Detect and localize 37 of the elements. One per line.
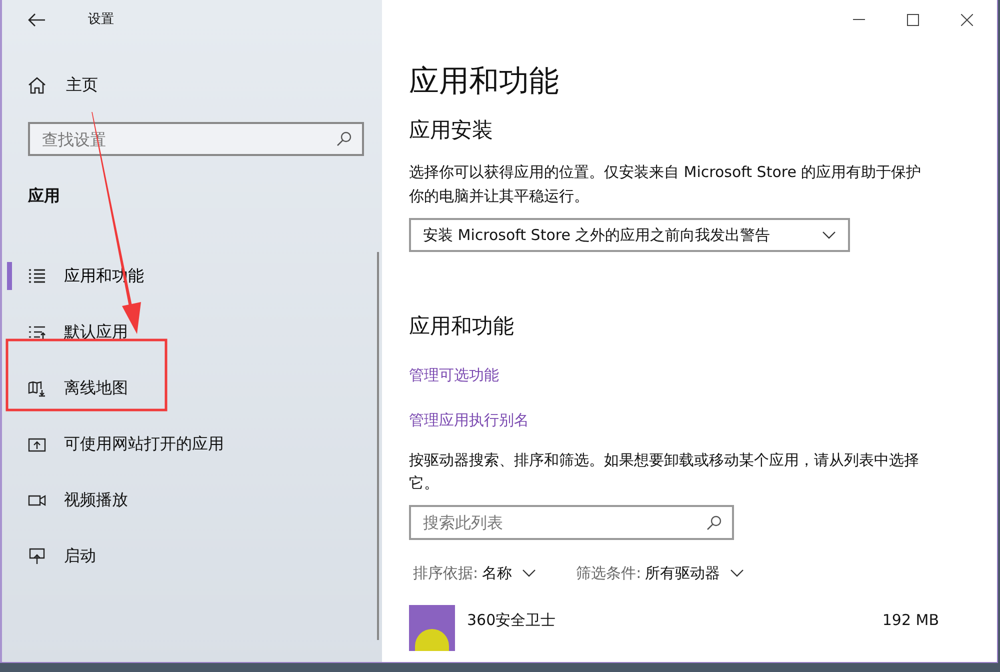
- app-icon: [409, 604, 455, 650]
- monitor-arrow-icon: [28, 548, 46, 564]
- page-title: 应用和功能: [409, 63, 559, 101]
- link[interactable]: 管理应用执行别名: [409, 408, 529, 431]
- search-field[interactable]: 搜索此列表: [409, 505, 734, 540]
- section-heading: 应用安装: [409, 117, 493, 144]
- section-heading: 应用和功能: [409, 313, 514, 340]
- window-arrow-icon: [28, 436, 46, 452]
- sort-dropdown[interactable]: 排序依据: 名称: [413, 562, 536, 584]
- app-list-item[interactable]: 360安全卫士 192 MB: [409, 604, 939, 662]
- nav-item[interactable]: 可使用网站打开的应用: [2, 416, 382, 472]
- search-icon: [706, 515, 722, 531]
- selection-indicator: [7, 262, 12, 290]
- description-text: 选择你可以获得应用的位置。仅安装来自 Microsoft Store 的应用有助于保护你的电脑并让其平稳运行。: [409, 162, 922, 207]
- link[interactable]: 管理可选功能: [409, 364, 499, 386]
- home-nav-item[interactable]: 主页: [28, 66, 358, 104]
- nav-item[interactable]: 默认应用: [2, 304, 382, 360]
- map-download-icon: [28, 380, 46, 396]
- nav-item[interactable]: 离线地图: [2, 360, 382, 416]
- maximize-icon: [907, 14, 919, 26]
- window-title: 设置: [88, 11, 114, 30]
- section-heading: 应用: [28, 185, 60, 207]
- list-arrow-icon: [28, 324, 46, 340]
- dropdown[interactable]: 安装 Microsoft Store 之外的应用之前向我发出警告: [409, 218, 850, 252]
- filter-dropdown[interactable]: 筛选条件: 所有驱动器: [576, 562, 744, 584]
- list-icon: [28, 268, 46, 284]
- search-icon: [336, 131, 352, 147]
- home-icon: [28, 76, 46, 94]
- close-icon: [961, 14, 973, 26]
- chevron-down-icon: [822, 231, 836, 239]
- chevron-down-icon: [730, 569, 744, 578]
- description-text: 按驱动器搜索、排序和筛选。如果想要卸载或移动某个应用，请从列表中选择它。: [409, 450, 920, 494]
- nav-item[interactable]: 启动: [2, 528, 382, 584]
- minimize-icon: [853, 19, 865, 21]
- back-arrow-icon[interactable]: [28, 13, 46, 27]
- chevron-down-icon: [522, 569, 536, 578]
- nav-item[interactable]: 视频播放: [2, 472, 382, 528]
